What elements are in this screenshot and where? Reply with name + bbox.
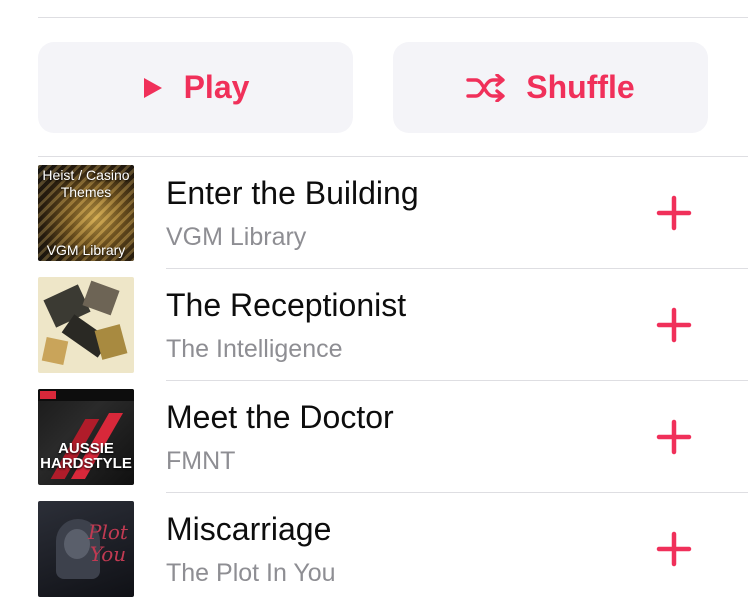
song-row[interactable]: AUSSIE HARDSTYLE Meet the Doctor FMNT bbox=[0, 381, 748, 493]
add-icon[interactable] bbox=[656, 531, 692, 567]
song-row[interactable]: The Receptionist The Intelligence bbox=[0, 269, 748, 381]
artwork-text-script: Plot You bbox=[88, 520, 128, 566]
album-artwork: Plot You bbox=[38, 501, 134, 597]
song-row[interactable]: Heist / Casino Themes VGM Library Enter … bbox=[0, 157, 748, 269]
song-title: Meet the Doctor bbox=[166, 399, 394, 435]
shuffle-button[interactable]: Shuffle bbox=[393, 42, 708, 133]
album-artwork bbox=[38, 277, 134, 373]
add-icon[interactable] bbox=[656, 195, 692, 231]
song-artist: FMNT bbox=[166, 447, 236, 475]
song-row[interactable]: Plot You Miscarriage The Plot In You bbox=[0, 493, 748, 605]
artwork-text-center: AUSSIE HARDSTYLE bbox=[40, 440, 132, 472]
add-icon[interactable] bbox=[656, 307, 692, 343]
song-title: The Receptionist bbox=[166, 287, 407, 323]
album-artwork: Heist / Casino Themes VGM Library bbox=[38, 165, 134, 261]
artwork-text-bottom: VGM Library bbox=[46, 242, 126, 258]
song-title: Enter the Building bbox=[166, 175, 419, 211]
top-divider bbox=[38, 17, 748, 18]
song-artist: The Intelligence bbox=[166, 335, 343, 363]
shuffle-label: Shuffle bbox=[526, 69, 635, 105]
add-icon[interactable] bbox=[656, 419, 692, 455]
artwork-text-top: Heist / Casino Themes bbox=[42, 167, 130, 200]
play-label: Play bbox=[183, 69, 250, 105]
play-icon bbox=[143, 77, 162, 98]
shuffle-icon bbox=[466, 73, 505, 102]
play-button[interactable]: Play bbox=[38, 42, 353, 133]
album-artwork: AUSSIE HARDSTYLE bbox=[38, 389, 134, 485]
song-artist: VGM Library bbox=[166, 223, 307, 251]
song-title: Miscarriage bbox=[166, 511, 332, 547]
song-artist: The Plot In You bbox=[166, 559, 336, 587]
